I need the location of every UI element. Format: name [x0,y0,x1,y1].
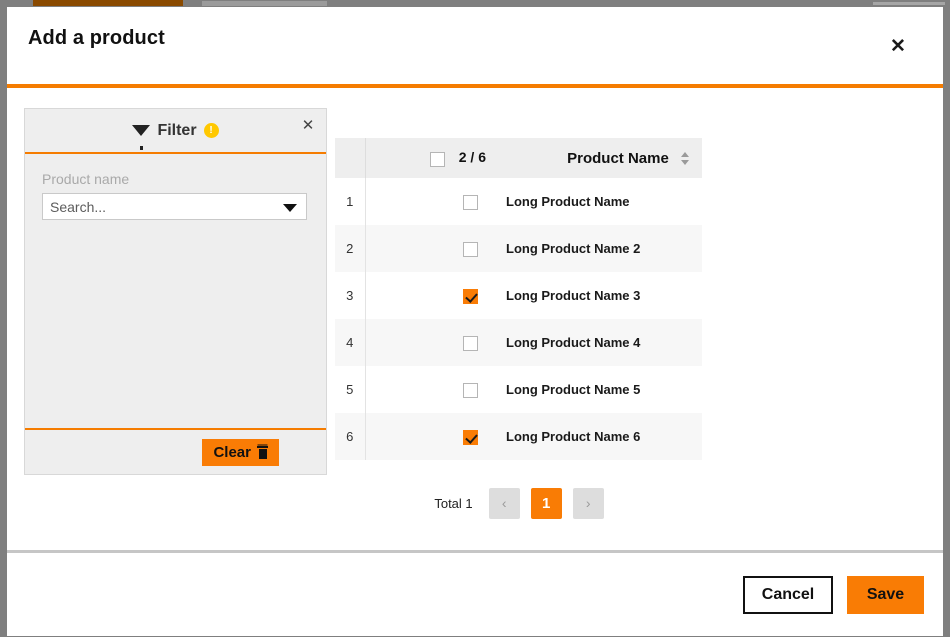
background-orange-strip [33,0,183,6]
table-header-row: 2 / 6 Product Name [335,138,702,178]
product-table-body: 1 Long Product Name 2 Long Product Name 2 3 L… [335,178,702,460]
row-checkbox[interactable] [463,335,478,351]
pagination-prev-button[interactable]: ‹ [488,488,520,519]
header-select-all: 2 / 6 [365,138,500,178]
product-table-head: 2 / 6 Product Name [335,138,702,178]
close-icon[interactable]: ✕ [887,36,909,58]
row-product-name: Long Product Name 2 [506,241,641,256]
filter-panel-content: Product name [25,154,326,428]
row-product-name: Long Product Name 4 [506,335,641,350]
row-index: 4 [335,319,366,366]
filter-close-icon[interactable]: ✕ [299,117,317,135]
row-index: 3 [335,272,366,319]
cancel-button[interactable]: Cancel [743,575,833,614]
save-button[interactable]: Save [847,575,924,614]
product-table: 2 / 6 Product Name 1 Long Product Name 2 Lo… [335,138,703,460]
page-title: Add a product [28,27,165,49]
row-checkbox-cell [365,413,500,460]
header-index [335,138,366,178]
row-index: 2 [335,225,366,272]
pagination-next-button[interactable]: › [572,488,604,519]
row-product-name: Long Product Name [506,194,630,209]
row-index: 6 [335,413,366,460]
search-input[interactable] [43,194,306,219]
sort-updown-icon[interactable] [681,151,690,165]
filter-title: Filter [157,121,197,139]
product-table-container: 2 / 6 Product Name 1 Long Product Name 2 Lo… [335,138,703,460]
row-product-name: Long Product Name 5 [506,382,641,397]
filter-panel-header: Filter ! ✕ [25,109,326,154]
pagination-page-1[interactable]: 1 [530,488,562,519]
filter-panel: Filter ! ✕ Product name Clear [24,108,327,475]
table-row[interactable]: 3 Long Product Name 3 [335,272,702,319]
product-name-label: Product name [42,171,130,187]
filter-active-badge: ! [203,123,219,138]
row-index: 5 [335,366,366,413]
row-product-name: Long Product Name 3 [506,288,641,303]
trash-icon [257,445,268,459]
row-checkbox-cell [365,178,500,225]
background-gray-strip-right [873,2,945,5]
clear-button[interactable]: Clear [202,438,279,466]
pagination-total: Total 1 [434,496,473,511]
funnel-icon [132,125,151,150]
dialog-header: Add a product ✕ [7,7,943,88]
table-row[interactable]: 1 Long Product Name [335,178,702,225]
clear-button-label: Clear [213,443,251,461]
row-checkbox[interactable] [463,241,478,257]
filter-title-group: Filter ! [132,121,219,150]
header-product-name[interactable]: Product Name [500,138,702,178]
filter-panel-footer: Clear [25,428,326,474]
table-row[interactable]: 5 Long Product Name 5 [335,366,702,413]
row-checkbox-cell [365,272,500,319]
row-checkbox-cell [365,225,500,272]
row-checkbox[interactable] [463,382,478,398]
pagination: Total 1 ‹ 1 › [335,488,703,519]
table-row[interactable]: 6 Long Product Name 6 [335,413,702,460]
select-all-checkbox[interactable] [430,151,446,167]
row-product-name: Long Product Name 6 [506,429,641,444]
header-product-name-label: Product Name [567,149,669,167]
dialog-body: Filter ! ✕ Product name Clear [7,88,943,550]
row-checkbox-cell [365,366,500,413]
table-row[interactable]: 4 Long Product Name 4 [335,319,702,366]
product-name-search-wrap[interactable] [42,193,307,220]
dialog-footer: Cancel Save [7,550,943,636]
row-checkbox-cell [365,319,500,366]
row-checkbox[interactable] [463,194,478,210]
row-checkbox[interactable] [463,429,478,445]
background-gray-strip [202,1,327,6]
table-row[interactable]: 2 Long Product Name 2 [335,225,702,272]
row-index: 1 [335,178,366,225]
add-product-dialog: Add a product ✕ Filter ! ✕ Product name [7,7,943,636]
row-checkbox[interactable] [463,288,478,304]
selection-count: 2 / 6 [458,149,486,166]
